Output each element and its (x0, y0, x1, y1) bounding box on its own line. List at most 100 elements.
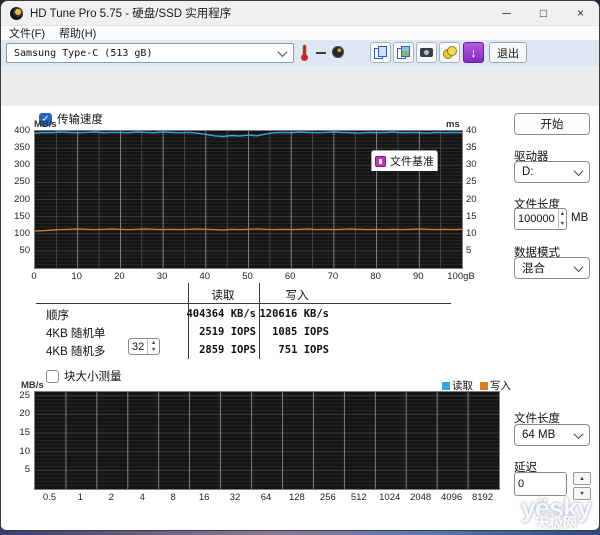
chevron-down-icon (574, 166, 584, 176)
axis-tick-label: 35 (466, 142, 477, 153)
axis-tick-label: 40 (200, 271, 211, 282)
axis-tick-label: 5 (466, 245, 471, 256)
file-length-spinner[interactable]: 100000 ▲▼ (514, 208, 567, 230)
coins-icon (443, 46, 456, 59)
axis-tick-label: 25 (466, 176, 477, 187)
4kb-single-read-value: 2519 IOPS (199, 326, 256, 338)
window-title: HD Tune Pro 5.75 - 硬盘/SSD 实用程序 (30, 5, 231, 21)
axis-tick-label: 2048 (410, 492, 431, 503)
axis-tick-label: 90 (413, 271, 424, 282)
exit-button[interactable]: 退出 (489, 42, 527, 63)
axis-tick-label: 64 (261, 492, 272, 503)
spinner-arrows[interactable]: ▲▼ (558, 209, 566, 229)
axis-tick-label: 100 (4, 228, 30, 239)
file-benchmark-icon (375, 156, 386, 167)
copy-text-button[interactable] (370, 42, 391, 63)
target-drive-value: D: (522, 166, 534, 178)
temperature-icon (301, 45, 309, 61)
stepper-down-icon[interactable]: ▼ (573, 487, 591, 500)
block-size-checkbox[interactable]: 块大小测量 (46, 368, 122, 384)
table-header-rule (36, 303, 451, 304)
seq-read-value: 404364 KB/s (186, 308, 256, 320)
chevron-down-icon (574, 262, 584, 272)
axis-tick-label: 250 (4, 176, 30, 187)
seq-write-value: 120616 KB/s (259, 308, 329, 320)
axis-tick-label: 128 (289, 492, 305, 503)
spinner-down-icon[interactable]: ▼ (148, 347, 159, 355)
file-length2-value: 64 MB (522, 429, 555, 441)
watermark: yësky 天极网 (521, 495, 591, 530)
queue-depth-value: 32 (129, 339, 147, 354)
window-controls: ─ □ × (488, 1, 599, 25)
toolbar: Samsung Type-C (513 gB) 退出 (1, 40, 599, 67)
start-button[interactable]: 开始 (514, 113, 590, 135)
delay-input[interactable]: 0 (514, 472, 567, 496)
main-chart-yleft-unit: MB/s (34, 119, 57, 130)
axis-tick-label: 70 (328, 271, 339, 282)
menu-bar: 文件(F) 帮助(H) (1, 26, 599, 40)
main-chart-yright-unit: ms (446, 119, 460, 130)
checkbox-label: 传输速度 (57, 111, 103, 127)
spinner-down-icon[interactable]: ▼ (559, 219, 566, 229)
camera-icon (420, 46, 433, 59)
spinner-up-icon[interactable]: ▲ (148, 339, 159, 347)
axis-tick-label: 40 (466, 125, 477, 136)
axis-tick-label: 16 (199, 492, 210, 503)
axis-tick-label: 512 (351, 492, 367, 503)
axis-tick-label: 10 (4, 446, 30, 457)
axis-tick-label: 2 (109, 492, 114, 503)
file-length-value: 100000 (515, 209, 558, 229)
4kb-multi-read-value: 2859 IOPS (199, 344, 256, 356)
chart-canvas (35, 392, 499, 489)
screenshot-button[interactable] (416, 42, 437, 63)
axis-tick-label: 4096 (441, 492, 462, 503)
axis-tick-label: 15 (4, 427, 30, 438)
drive-select[interactable]: Samsung Type-C (513 gB) (6, 43, 294, 63)
spinner-up-icon[interactable]: ▲ (559, 209, 566, 219)
block-size-chart (34, 391, 500, 490)
axis-tick-label: 1024 (379, 492, 400, 503)
stepper-up-icon[interactable]: ▲ (573, 472, 591, 485)
row-label-4kb-multi: 4KB 随机多 (46, 343, 105, 359)
timer-icon (332, 46, 344, 58)
axis-tick-label: 32 (230, 492, 241, 503)
tab-file-benchmark[interactable]: 文件基准 (371, 150, 438, 171)
app-logo-icon (10, 7, 23, 20)
menu-help[interactable]: 帮助(H) (59, 25, 96, 41)
axis-tick-label: 60 (285, 271, 296, 282)
menu-file[interactable]: 文件(F) (9, 25, 45, 41)
spinner-arrows[interactable]: ▲▼ (147, 339, 159, 354)
drive-select-value: Samsung Type-C (513 gB) (14, 48, 152, 59)
delay-stepper[interactable]: ▲ ▼ (573, 472, 591, 500)
copy-image-button[interactable] (393, 42, 414, 63)
tab-strip: AAM 随机访问 额外测试 基准 信息 健康 错误扫描 文件夹使用 (1, 66, 599, 106)
axis-tick-label: 0 (31, 271, 36, 282)
download-button[interactable] (463, 42, 484, 63)
table-divider (259, 283, 260, 359)
close-button[interactable]: × (562, 1, 599, 25)
maximize-button[interactable]: □ (525, 1, 562, 25)
axis-tick-label: 80 (370, 271, 381, 282)
axis-tick-label: 30 (466, 159, 477, 170)
copy-icon (374, 46, 387, 59)
column-header-read: 读取 (212, 287, 235, 303)
minimize-button[interactable]: ─ (488, 1, 525, 25)
axis-tick-label: 400 (4, 125, 30, 136)
axis-tick-label: 5 (4, 464, 30, 475)
write-swatch-icon (480, 382, 488, 390)
target-drive-select[interactable]: D: (514, 161, 590, 183)
data-mode-select[interactable]: 混合 (514, 257, 590, 279)
axis-tick-label: 300 (4, 159, 30, 170)
chevron-down-icon (278, 47, 288, 57)
file-length2-select[interactable]: 64 MB (514, 424, 590, 446)
axis-tick-label: 50 (4, 245, 30, 256)
buy-button[interactable] (439, 42, 460, 63)
checkbox-unchecked-icon (46, 370, 59, 383)
title-bar: HD Tune Pro 5.75 - 硬盘/SSD 实用程序 ─ □ × (1, 1, 599, 26)
axis-tick-label: 0.5 (43, 492, 56, 503)
axis-tick-label: 8 (171, 492, 176, 503)
row-label-4kb-single: 4KB 随机单 (46, 325, 105, 341)
4kb-single-write-value: 1085 IOPS (272, 326, 329, 338)
axis-tick-label: 1 (78, 492, 83, 503)
queue-depth-spinner[interactable]: 32 ▲▼ (128, 338, 160, 355)
